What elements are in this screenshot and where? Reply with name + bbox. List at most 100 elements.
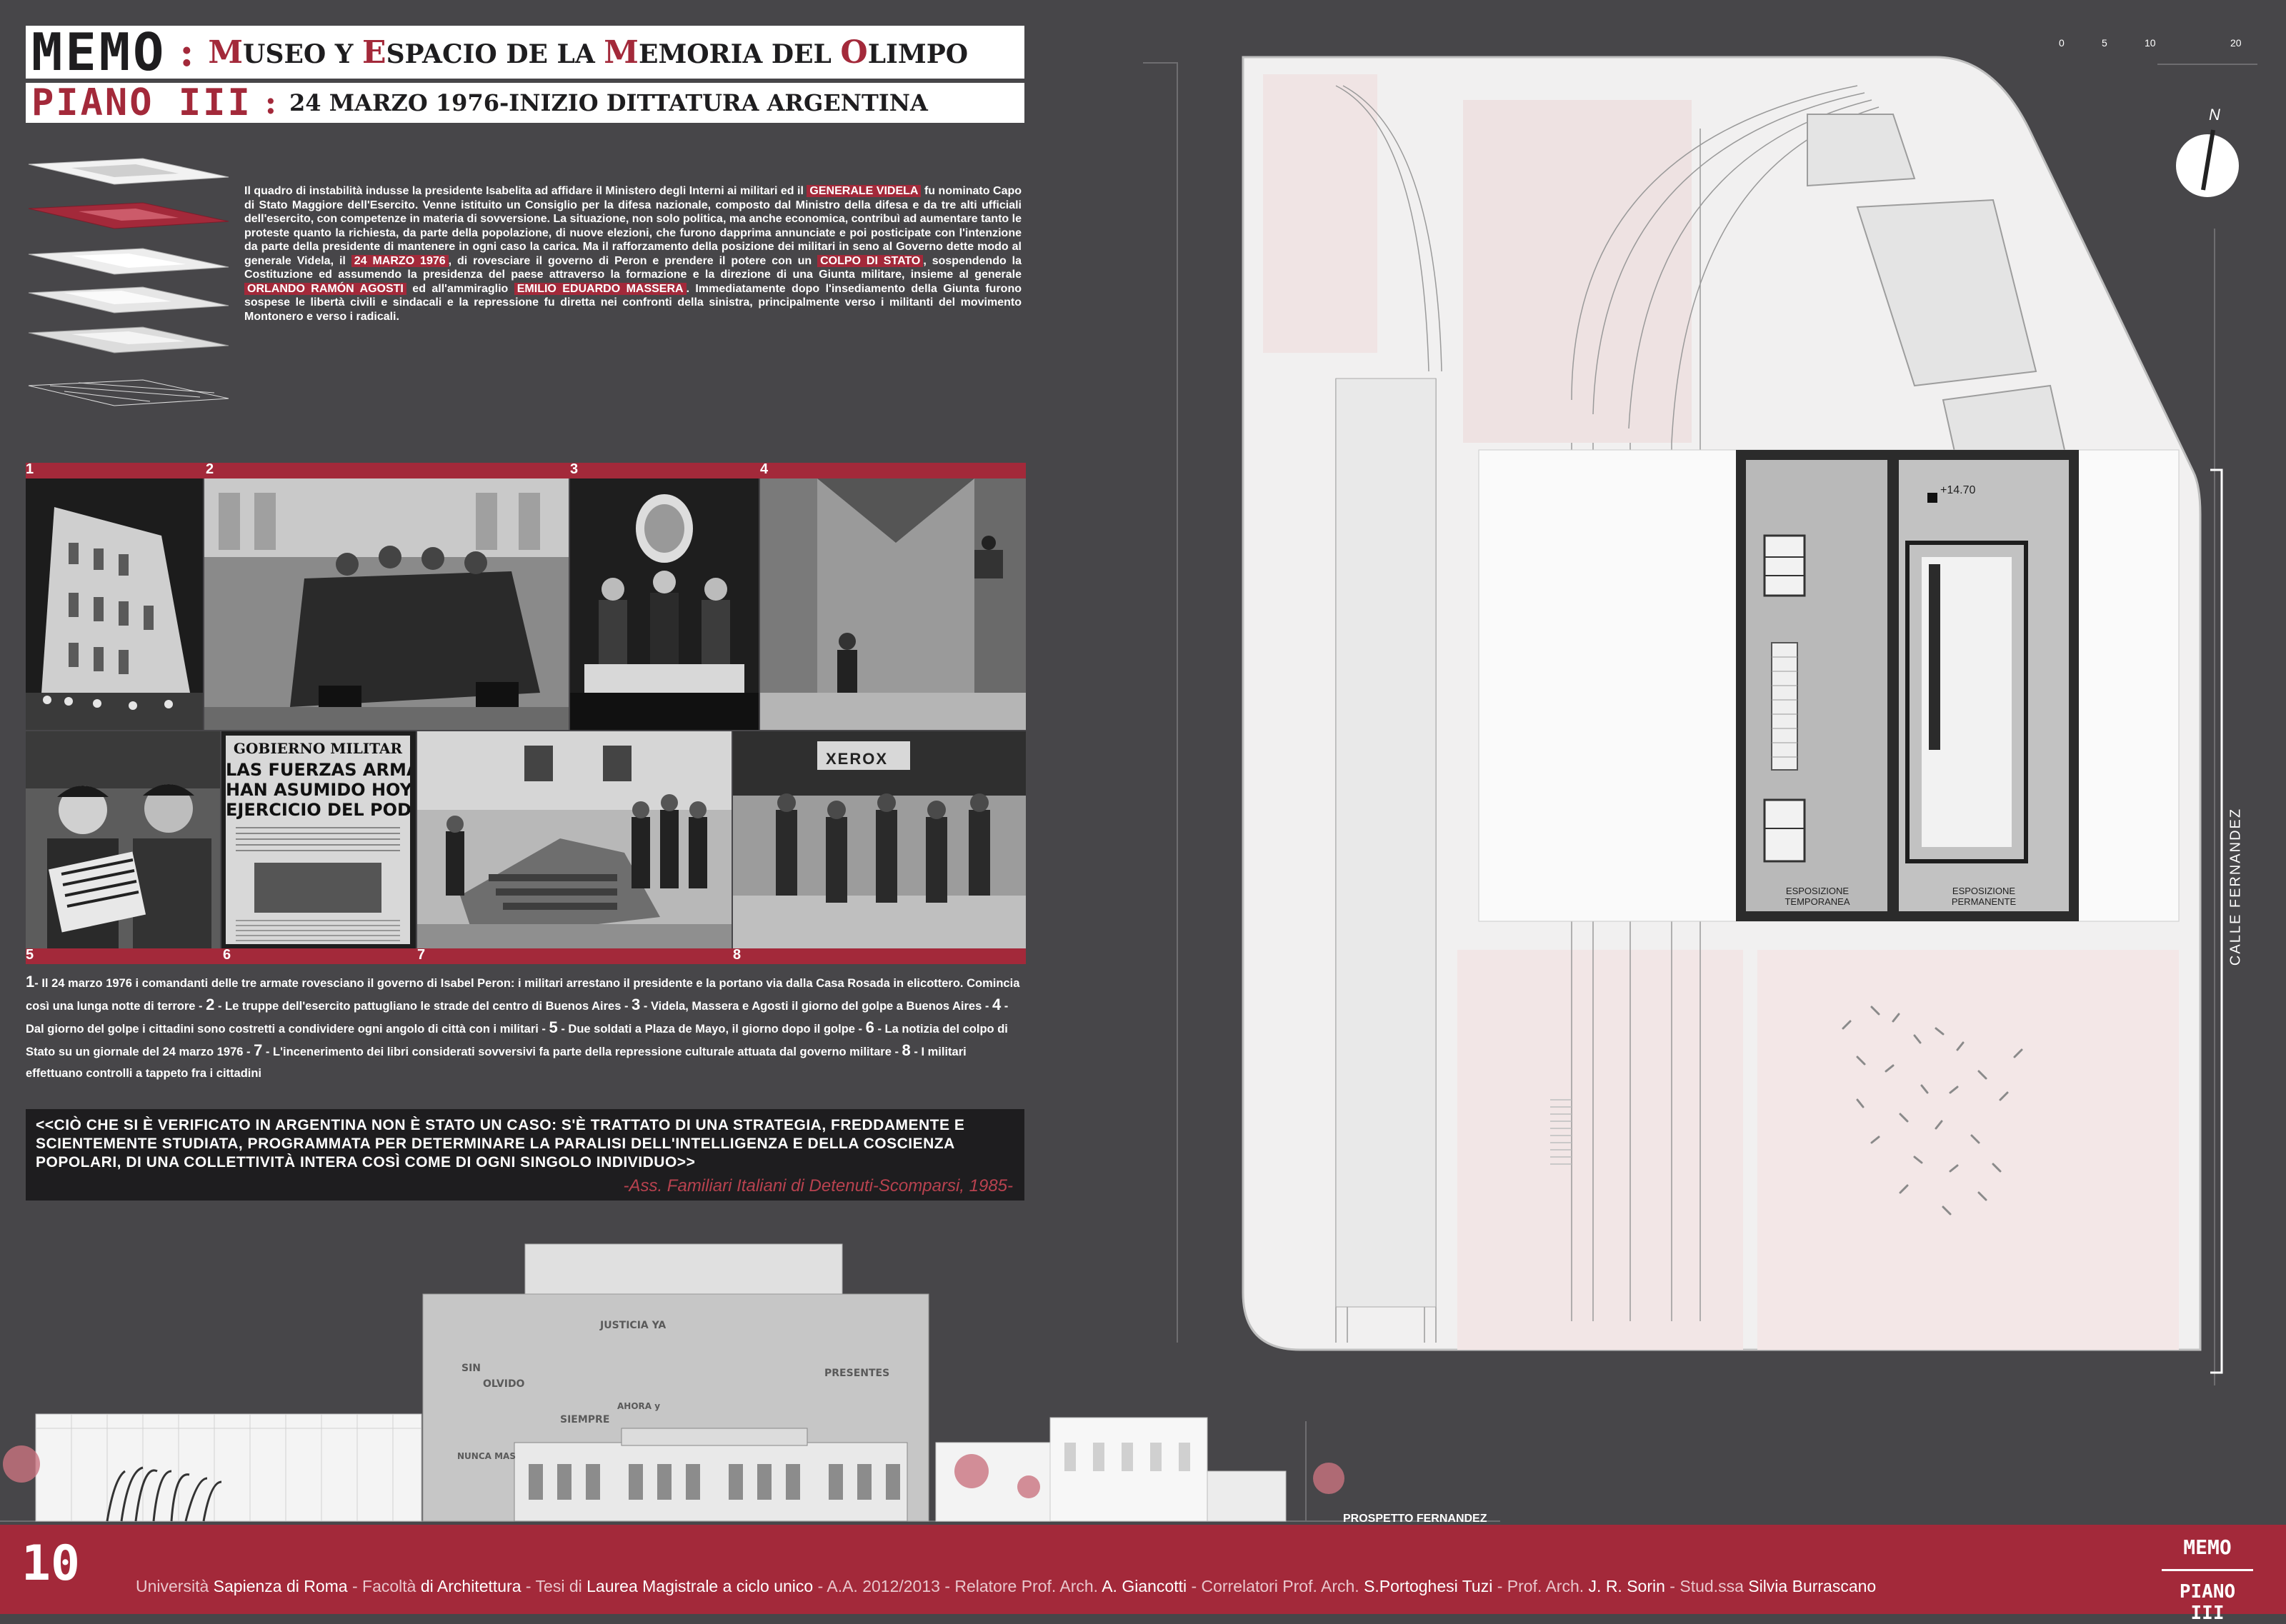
caption-number: 5	[549, 1018, 558, 1036]
wall-text-nunca: NUNCA MAS	[457, 1451, 516, 1461]
elevation-historic-building	[514, 1442, 908, 1522]
credit-part: - A.A. 2012/2013 - Relatore Prof. Arch.	[813, 1577, 1102, 1595]
credit-part: - Stud.ssa	[1664, 1577, 1749, 1595]
caption-number: 4	[992, 996, 1002, 1013]
intro-text: Il quadro di instabilità indusse la pres…	[244, 185, 807, 197]
photo-3-junta	[570, 478, 759, 730]
photo-caption: 1- Il 24 marzo 1976 i comandanti delle t…	[26, 971, 1026, 1084]
elevation-historic-roofline	[621, 1428, 808, 1446]
footer-logo-bottom: PIANO III	[2179, 1581, 2236, 1624]
wall-text-siempre: SIEMPRE	[560, 1414, 610, 1425]
credit-part: - Correlatori Prof. Arch.	[1187, 1577, 1364, 1595]
credit-part: J. R. Sorin	[1588, 1577, 1665, 1595]
subtitle-part: EMORIA DEL	[639, 39, 841, 69]
wall-text-ahora: AHORA y	[617, 1401, 661, 1411]
newspaper-line-3: HAN ASUMIDO HOY EL	[226, 780, 410, 800]
floor-subtitle: 24 MARZO 1976-INIZIO DITTATURA ARGENTINA	[289, 89, 928, 116]
caption-number: 3	[632, 996, 641, 1013]
subtitle-part: USEO Y	[243, 39, 363, 69]
caption-number: 2	[206, 996, 215, 1013]
page-number: 10	[21, 1535, 80, 1592]
intro-paragraph: Il quadro di instabilità indusse la pres…	[244, 184, 1022, 324]
exhibition-perm-label: ESPOSIZIONE PERMANENTE	[1899, 886, 2069, 907]
exhibition-perm-line-1: ESPOSIZIONE	[1952, 886, 2016, 896]
elevation-label: PROSPETTO FERNANDEZ	[1343, 1513, 1487, 1525]
credit-part: Università	[136, 1577, 214, 1595]
credit-part: S.Portoghesi Tuzi	[1364, 1577, 1493, 1595]
photo-6-newspaper: GOBIERNO MILITAR LAS FUERZAS ARMADAS HAN…	[221, 731, 416, 948]
subtitle-part: O	[840, 34, 868, 71]
exhibition-temp-line-1: ESPOSIZIONE	[1785, 886, 1850, 896]
wall-text-sin: SIN	[461, 1363, 481, 1374]
intro-highlight: GENERALE VIDELA	[807, 185, 922, 197]
photo-number-7: 7	[417, 947, 426, 963]
caption-text: - Videla, Massera e Agosti il giorno del…	[640, 1000, 992, 1013]
exploded-axonometry	[28, 158, 229, 406]
elevation-pavilion	[35, 1413, 422, 1522]
subtitle-part: M	[604, 34, 639, 71]
plan-garden-nw	[1263, 74, 1377, 353]
photo-4-graphic	[760, 478, 1026, 730]
intro-highlight: COLPO DI STATO	[817, 254, 924, 267]
exhibition-temp-label: ESPOSIZIONE TEMPORANEA	[1747, 886, 1887, 907]
plan-garden-se	[1757, 950, 2179, 1350]
photo-number-1: 1	[26, 461, 34, 477]
caption-text: - L'incenerimento dei libri considerati …	[262, 1046, 902, 1058]
footer-logo-top: MEMO	[2183, 1535, 2232, 1559]
caption-number: 8	[902, 1041, 911, 1059]
credit-part: - Facoltà	[347, 1577, 421, 1595]
subtitle-part: M	[208, 34, 244, 71]
photo-number-4: 4	[760, 461, 769, 477]
photo-number-6: 6	[223, 947, 231, 963]
level-label: +14.70	[1940, 484, 1976, 496]
exhibition-perm-line-2: PERMANENTE	[1951, 896, 2017, 907]
quote-source: -Ass. Familiari Italiani di Detenuti-Sco…	[623, 1176, 1013, 1196]
elevation-drawing	[0, 1243, 1500, 1522]
elevation-building-right-3	[1207, 1470, 1287, 1522]
plan-platform	[1335, 378, 1437, 1308]
credit-part: Silvia Burrascano	[1748, 1577, 1877, 1595]
wall-text-justicia: JUSTICIA YA	[600, 1320, 667, 1331]
newspaper-line-4: EJERCICIO DEL PODER	[226, 800, 410, 820]
wall-text-presentes: PRESENTES	[824, 1368, 890, 1379]
photo-number-3: 3	[570, 461, 579, 477]
subtitle-part: LIMPO	[867, 39, 969, 69]
credit-part: Sapienza di Roma	[213, 1577, 348, 1595]
credit-part: - Tesi di	[521, 1577, 587, 1595]
photo-2-graphic	[204, 478, 569, 730]
axo-layer-2-active	[28, 202, 229, 229]
floor-title: PIANO III	[31, 83, 252, 123]
credit-part: A. Giancotti	[1102, 1577, 1187, 1595]
caption-number: 1	[26, 973, 35, 991]
newspaper-photo	[254, 863, 381, 913]
photo-number-2: 2	[206, 461, 214, 477]
credit-part: di Architettura	[420, 1577, 521, 1595]
plan-stair	[1771, 642, 1798, 771]
axo-layer-3	[28, 248, 229, 275]
newspaper-line-1: GOBIERNO MILITAR	[233, 740, 403, 757]
floor-bar: PIANO III : 24 MARZO 1976-INIZIO DITTATU…	[26, 83, 1024, 123]
photo-number-5: 5	[26, 947, 34, 963]
axo-layer-5	[28, 326, 229, 354]
title-subtitle: MUSEO Y ESPACIO DE LA MEMORIA DEL OLIMPO	[208, 34, 968, 71]
north-label: N	[2209, 106, 2220, 124]
xerox-sign: XEROX	[826, 750, 889, 768]
plan-core-north	[1763, 534, 1806, 597]
floor-separator: :	[264, 84, 277, 121]
wall-text-olvido: OLVIDO	[483, 1378, 525, 1390]
title-separator: :	[179, 29, 194, 75]
axo-layer-4	[28, 286, 229, 314]
footer-logo-divider	[2162, 1569, 2253, 1571]
photo-5-two-soldiers	[26, 731, 220, 948]
caption-number: 7	[254, 1041, 263, 1059]
photo-8-controls: XEROX	[733, 731, 1026, 948]
photo-7-graphic	[417, 731, 732, 948]
intro-text: ed all'ammiraglio	[406, 282, 514, 295]
intro-highlight: ORLANDO RAMÓN AGOSTI	[244, 282, 406, 295]
intro-text: , di rovesciare il governo di Peron e pr…	[448, 254, 818, 267]
plan-core-south	[1763, 798, 1806, 863]
photo-7-book-burning	[417, 731, 732, 948]
north-arrow-icon	[2176, 129, 2239, 197]
exhibition-temp-line-2: TEMPORANEA	[1785, 896, 1850, 907]
scale-bar-labels: 0 5 10 20	[2059, 37, 2245, 51]
